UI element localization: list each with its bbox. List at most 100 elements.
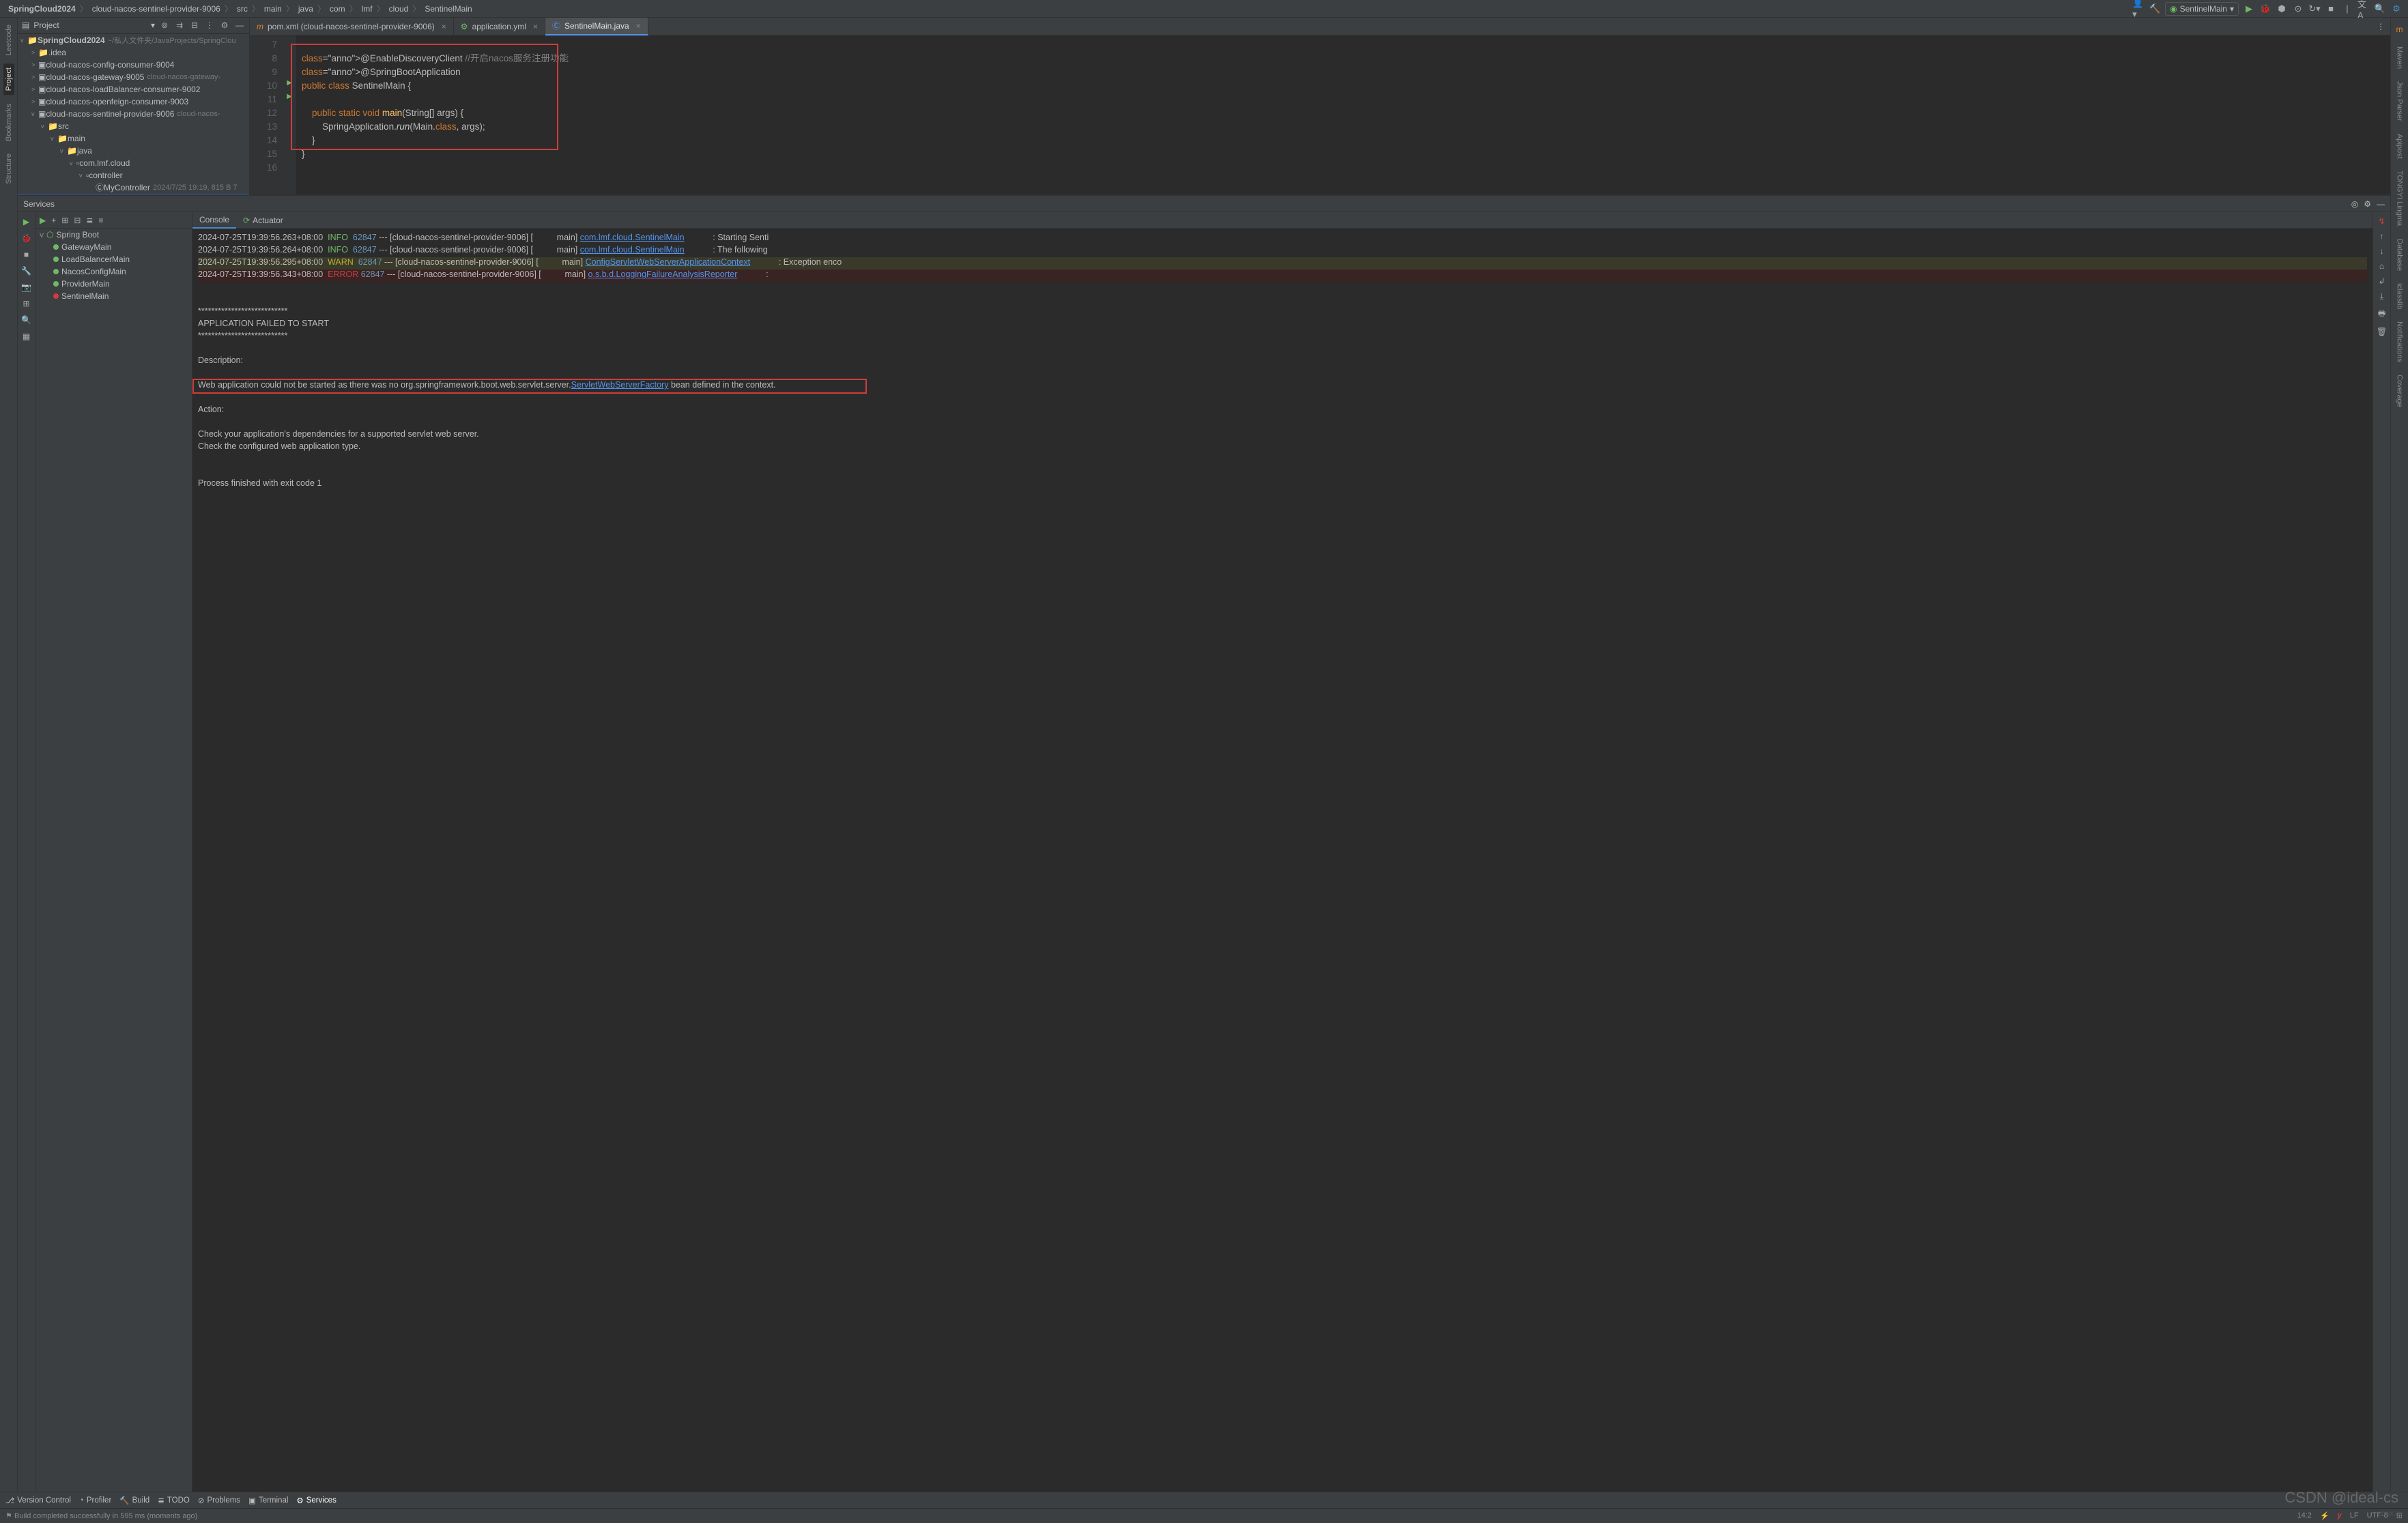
status-position[interactable]: 14:2	[2297, 1511, 2312, 1520]
filter-icon[interactable]: ⊞	[21, 298, 32, 309]
bottom-tab-profiler[interactable]: ◔Profiler	[79, 1496, 111, 1505]
bottom-tab-build[interactable]: 🔨Build	[119, 1496, 149, 1505]
bottom-tab-todo[interactable]: ≣TODO	[158, 1496, 190, 1505]
project-panel-title[interactable]: Project	[33, 20, 147, 30]
debug-button[interactable]: 🐞	[2259, 3, 2271, 15]
right-rail-tab[interactable]: iclasslib	[2394, 279, 2405, 314]
breadcrumb-item[interactable]: src	[234, 4, 250, 14]
project-tree[interactable]: v📁 SpringCloud2024~/私人文件夹/JavaProjects/S…	[18, 34, 249, 194]
services-toolbar-btn[interactable]: ⊞	[61, 216, 68, 225]
bottom-tab-services[interactable]: ⚙Services	[296, 1496, 336, 1505]
tree-item[interactable]: >▣ cloud-nacos-loadBalancer-consumer-900…	[18, 83, 249, 96]
home-icon[interactable]: ⌂	[2379, 261, 2384, 271]
services-tree-item[interactable]: SentinelMain	[35, 290, 192, 302]
error-nav-icon[interactable]: ↯	[2378, 216, 2385, 226]
collapse-all-icon[interactable]: ⊟	[189, 20, 200, 31]
editor-tab[interactable]: ⚙application.yml×	[454, 18, 545, 35]
breadcrumb-item[interactable]: SentinelMain	[422, 4, 474, 14]
right-rail-tab[interactable]: TONGYI Lingma	[2394, 166, 2405, 230]
console-tab[interactable]: Console	[192, 212, 236, 229]
print-icon[interactable]: 🖶	[2378, 307, 2385, 321]
console-output[interactable]: 2024-07-25T19:39:56.263+08:00 INFO 62847…	[192, 229, 2373, 1492]
services-toolbar-btn[interactable]: ≡	[98, 216, 103, 225]
services-toolbar-btn[interactable]: ≣	[86, 216, 93, 225]
stop-icon[interactable]: ■	[21, 249, 32, 260]
settings-icon[interactable]: ⚙	[219, 20, 230, 31]
tree-item[interactable]: v📁 main	[18, 132, 249, 145]
editor-body[interactable]: 78910111213141516 ▶▶ class="anno">@Enabl…	[250, 35, 2390, 194]
right-rail-tab[interactable]: Coverage	[2394, 371, 2405, 411]
zoom-icon[interactable]: 🔍	[21, 315, 32, 325]
tree-item[interactable]: v▫ com.lmf.cloud	[18, 157, 249, 169]
y-icon[interactable]: y	[2338, 1511, 2342, 1520]
tree-item[interactable]: v▫ controller	[18, 169, 249, 182]
tree-item[interactable]: v▣ cloud-nacos-sentinel-provider-9006clo…	[18, 108, 249, 120]
code-area[interactable]: class="anno">@EnableDiscoveryClient //开启…	[296, 35, 2390, 194]
tree-item[interactable]: >▣ cloud-nacos-config-consumer-9004	[18, 59, 249, 71]
right-rail-tab[interactable]: Database	[2394, 235, 2405, 275]
scroll-icon[interactable]: ⤓	[2380, 291, 2383, 302]
breadcrumb-item[interactable]: cloud-nacos-sentinel-provider-9006	[89, 4, 223, 14]
hammer-icon[interactable]: 🔨	[2149, 3, 2161, 15]
tree-item[interactable]: >📁 .idea	[18, 46, 249, 59]
run-button[interactable]: ▶	[2243, 3, 2255, 15]
tree-item[interactable]: >▣ cloud-nacos-gateway-9005cloud-nacos-g…	[18, 71, 249, 83]
tree-root[interactable]: v📁 SpringCloud2024~/私人文件夹/JavaProjects/S…	[18, 34, 249, 46]
left-rail-tab-leetcode[interactable]: Leetcode	[3, 20, 14, 59]
left-rail-tab-project[interactable]: Project	[3, 63, 14, 95]
breadcrumb-item[interactable]: SpringCloud2024	[5, 4, 78, 14]
right-rail-tab[interactable]: Apipost	[2394, 130, 2405, 163]
tree-item[interactable]: v📁 java	[18, 145, 249, 157]
console-tab[interactable]: ⟳Actuator	[236, 212, 290, 229]
editor-tab[interactable]: mpom.xml (cloud-nacos-sentinel-provider-…	[250, 18, 454, 35]
run-icon[interactable]: ▶	[21, 216, 32, 227]
profile-button[interactable]: ⊙	[2292, 3, 2304, 15]
bolt-icon[interactable]: ⚡	[2320, 1511, 2330, 1520]
right-rail-tab[interactable]: Maven	[2394, 42, 2405, 73]
hide-icon[interactable]: —	[2377, 199, 2385, 209]
editor-tab[interactable]: ⒸSentinelMain.java×	[545, 18, 648, 35]
services-tree-item[interactable]: LoadBalancerMain	[35, 253, 192, 265]
more-run-icon[interactable]: ↻▾	[2308, 3, 2321, 15]
services-toolbar-btn[interactable]: +	[51, 216, 56, 225]
camera-icon[interactable]: 📷	[21, 282, 32, 293]
run-config-dropdown[interactable]: ◉ SentinelMain ▾	[2165, 2, 2239, 16]
breadcrumb-item[interactable]: java	[296, 4, 316, 14]
up-icon[interactable]: ↑	[2380, 231, 2384, 241]
right-rail-tab[interactable]: Json Parser	[2394, 77, 2405, 126]
bottom-tab-version-control[interactable]: ⎇Version Control	[5, 1496, 71, 1505]
status-lf[interactable]: LF	[2350, 1511, 2359, 1520]
translate-icon[interactable]: 文A	[2357, 3, 2370, 15]
breadcrumb-item[interactable]: lmf	[359, 4, 375, 14]
breadcrumb-item[interactable]: com	[327, 4, 348, 14]
right-rail-tab[interactable]: Notifications	[2394, 317, 2405, 366]
coverage-button[interactable]: ⬢	[2276, 3, 2288, 15]
breadcrumb-item[interactable]: cloud	[386, 4, 412, 14]
stop-button[interactable]: ■	[2325, 3, 2337, 15]
bottom-tab-terminal[interactable]: ▣Terminal	[248, 1496, 288, 1505]
hide-icon[interactable]: —	[234, 20, 245, 31]
services-tree-root[interactable]: v ⬡ Spring Boot	[35, 229, 192, 241]
settings-icon[interactable]: ⚙	[2390, 3, 2403, 15]
ide-icon[interactable]: ◎	[2351, 199, 2358, 209]
services-toolbar-btn[interactable]: ⊟	[74, 216, 81, 225]
breadcrumb-item[interactable]: main	[261, 4, 285, 14]
services-tree-item[interactable]: GatewayMain	[35, 241, 192, 253]
settings-icon[interactable]: ⚙	[2364, 199, 2371, 209]
search-icon[interactable]: 🔍	[2374, 3, 2386, 15]
down-icon[interactable]: ↓	[2380, 246, 2384, 256]
clear-icon[interactable]: 🗑	[2377, 327, 2387, 336]
left-rail-tab-bookmarks[interactable]: Bookmarks	[3, 100, 14, 145]
layout-icon[interactable]: ▦	[21, 331, 32, 342]
chevron-down-icon[interactable]: ▾	[151, 20, 155, 30]
tree-item[interactable]: Ⓒ MyController2024/7/25 19:19, 815 B 7	[18, 182, 249, 194]
tree-item[interactable]: v📁 src	[18, 120, 249, 132]
debug-icon[interactable]: 🐞	[21, 233, 32, 244]
expand-all-icon[interactable]: ⇉	[174, 20, 185, 31]
tree-item[interactable]: >▣ cloud-nacos-openfeign-consumer-9003	[18, 96, 249, 108]
bottom-tab-problems[interactable]: ⊘Problems	[198, 1496, 240, 1505]
target-icon[interactable]: ⊚	[159, 20, 170, 31]
left-rail-tab-structure[interactable]: Structure	[3, 149, 14, 188]
editor-tabs-more[interactable]: ⋮	[2371, 22, 2390, 31]
services-toolbar-btn[interactable]: ▶	[40, 216, 46, 225]
